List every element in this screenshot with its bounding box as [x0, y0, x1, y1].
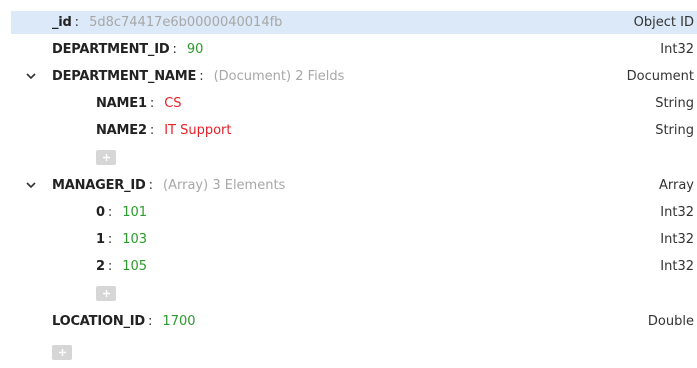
array-type-0: Int32: [660, 205, 694, 220]
add-element-button-manager-id[interactable]: [96, 286, 116, 301]
field-key-manager-id: MANAGER_ID: [52, 178, 146, 193]
field-colon: :: [107, 232, 113, 247]
plus-icon: [102, 290, 110, 297]
field-key-name1: NAME1: [96, 96, 147, 111]
field-row-department-id[interactable]: DEPARTMENT_ID : 90 Int32: [0, 38, 697, 61]
field-key-name2: NAME2: [96, 123, 147, 138]
field-key-department-id: DEPARTMENT_ID: [52, 42, 170, 57]
field-type-department-id: Int32: [660, 42, 694, 57]
field-row-name2[interactable]: NAME2 : IT Support String: [0, 119, 697, 142]
chevron-down-icon[interactable]: [25, 65, 37, 88]
array-element-row-0[interactable]: 0 : 101 Int32: [0, 201, 697, 224]
array-type-1: Int32: [660, 232, 694, 247]
field-key-location-id: LOCATION_ID: [52, 314, 146, 329]
array-index-1: 1: [96, 232, 105, 247]
field-value-name2[interactable]: IT Support: [164, 119, 231, 142]
field-colon: :: [149, 123, 155, 138]
field-colon: :: [148, 178, 154, 193]
array-element-row-1[interactable]: 1 : 103 Int32: [0, 228, 697, 251]
array-element-row-2[interactable]: 2 : 105 Int32: [0, 255, 697, 278]
array-type-2: Int32: [660, 259, 694, 274]
field-row-name1[interactable]: NAME1 : CS String: [0, 92, 697, 115]
add-field-button-department-name[interactable]: [96, 150, 116, 165]
field-colon: :: [199, 69, 204, 84]
field-type-location-id: Double: [647, 314, 694, 329]
array-index-2: 2: [96, 259, 105, 274]
field-key-department-name: DEPARTMENT_NAME: [52, 69, 197, 84]
add-field-button-root[interactable]: [52, 345, 72, 360]
array-index-0: 0: [96, 205, 105, 220]
field-type-name1: String: [655, 96, 694, 111]
field-colon: :: [172, 42, 177, 57]
field-value-location-id[interactable]: 1700: [162, 310, 195, 333]
field-row-id[interactable]: _id : 5d8c74417e6b0000040014fb Object ID: [11, 11, 697, 34]
field-colon: :: [107, 259, 113, 274]
field-row-location-id[interactable]: LOCATION_ID : 1700 Double: [0, 310, 697, 333]
plus-icon: [58, 349, 66, 356]
array-value-1[interactable]: 103: [122, 228, 147, 251]
field-key-id: _id: [52, 15, 72, 30]
field-colon: :: [149, 96, 155, 111]
field-type-name2: String: [655, 123, 694, 138]
field-type-department-name: Document: [626, 69, 694, 84]
field-row-manager-id[interactable]: MANAGER_ID : (Array) 3 Elements Array: [0, 174, 697, 197]
field-row-department-name[interactable]: DEPARTMENT_NAME : (Document) 2 Fields Do…: [0, 65, 697, 88]
field-colon: :: [107, 205, 113, 220]
plus-icon: [102, 154, 110, 161]
field-type-id: Object ID: [633, 15, 694, 30]
chevron-down-icon[interactable]: [25, 174, 37, 197]
array-value-2[interactable]: 105: [122, 255, 147, 278]
array-value-0[interactable]: 101: [122, 201, 147, 224]
field-value-id[interactable]: 5d8c74417e6b0000040014fb: [89, 11, 282, 34]
field-value-department-id[interactable]: 90: [187, 38, 204, 61]
field-summary-manager-id: (Array) 3 Elements: [163, 178, 286, 193]
field-colon: :: [74, 15, 80, 30]
field-summary-department-name: (Document) 2 Fields: [213, 69, 345, 84]
field-colon: :: [148, 314, 153, 329]
field-value-name1[interactable]: CS: [164, 92, 181, 115]
field-type-manager-id: Array: [658, 178, 694, 193]
